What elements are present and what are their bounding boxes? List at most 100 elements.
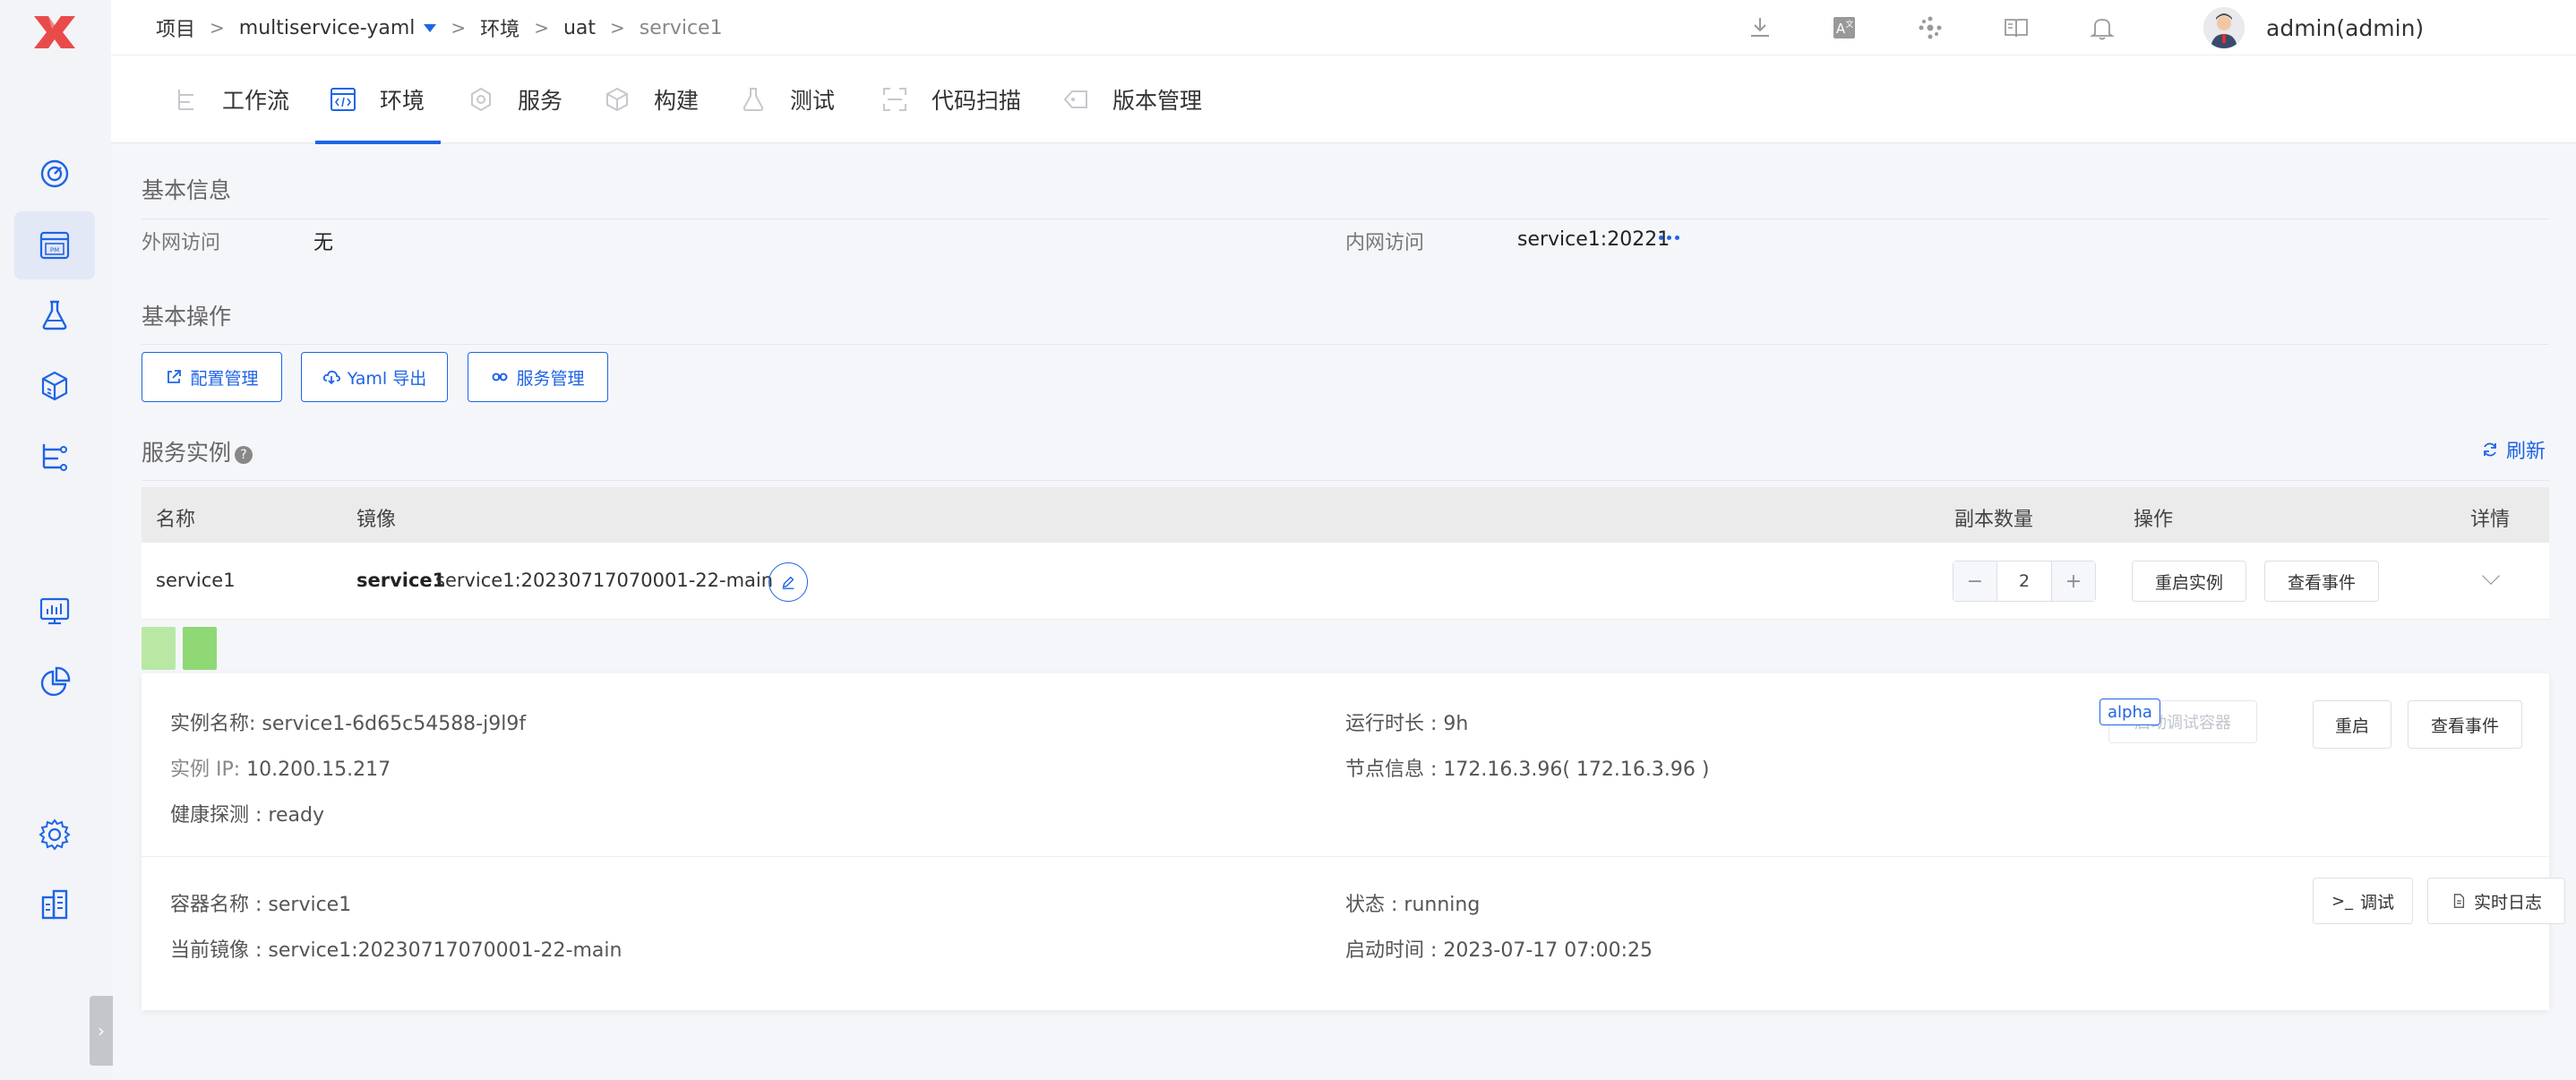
basic-ops-title: 基本操作 <box>142 304 232 330</box>
breadcrumb: 项目 > multiservice-yaml > 环境 > uat > serv… <box>156 0 723 56</box>
workflow-icon[interactable] <box>14 423 95 491</box>
settings-icon[interactable] <box>14 801 95 869</box>
realtime-logs-button[interactable]: 实时日志 <box>2427 878 2565 924</box>
breadcrumb-service: service1 <box>639 16 723 39</box>
breadcrumb-separator: > <box>534 17 549 39</box>
alpha-badge: alpha <box>2099 699 2160 725</box>
cloud-download-icon <box>322 370 340 385</box>
chevron-down-icon[interactable] <box>2482 567 2500 585</box>
breadcrumb-separator: > <box>210 17 225 39</box>
breadcrumb-env-name[interactable]: uat <box>563 17 596 39</box>
current-image: 当前镜像 : service1:20230717070001-22-main <box>170 939 623 962</box>
bell-icon[interactable] <box>2087 0 2117 56</box>
tab-environment[interactable]: 环境 <box>314 56 442 144</box>
breadcrumb-separator: > <box>610 17 625 39</box>
translate-icon[interactable]: A文 <box>1829 0 1859 56</box>
dashboard-icon[interactable] <box>14 140 95 208</box>
node-info: 节点信息 : 172.16.3.96( 172.16.3.96 ) <box>1345 759 1710 781</box>
button-label: 调试 <box>2360 892 2395 913</box>
divider <box>142 856 2549 857</box>
user-menu[interactable]: admin(admin) <box>2203 5 2424 50</box>
tab-label: 版本管理 <box>1112 88 1203 114</box>
table-header: 名称 镜像 副本数量 操作 详情 <box>142 487 2549 543</box>
pod-indicator-selected[interactable] <box>142 627 176 670</box>
flask-icon[interactable] <box>14 281 95 349</box>
breadcrumb-project-name[interactable]: multiservice-yaml <box>239 17 416 39</box>
refresh-icon <box>2484 442 2496 457</box>
more-horizontal-icon[interactable] <box>1659 236 1679 240</box>
breadcrumb-project[interactable]: 项目 <box>156 13 195 42</box>
book-icon[interactable] <box>2001 0 2031 56</box>
external-link-icon <box>167 370 182 383</box>
instance-ip: 实例 IP: 10.200.15.217 <box>170 753 391 782</box>
svg-text:文: 文 <box>1845 19 1853 30</box>
building-icon[interactable] <box>14 870 95 939</box>
external-access-label: 外网访问 <box>142 232 221 254</box>
scan-icon <box>880 84 910 115</box>
tab-build[interactable]: 构建 <box>602 56 699 143</box>
container-name: 容器名称 : service1 <box>170 894 352 916</box>
restart-pod-button[interactable]: 重启 <box>2313 700 2391 749</box>
pod-indicator[interactable] <box>183 627 217 670</box>
button-label: 服务管理 <box>516 368 585 389</box>
tab-label: 环境 <box>380 88 425 114</box>
breadcrumb-separator: > <box>451 17 467 39</box>
help-icon[interactable]: ? <box>235 446 253 464</box>
pod-events-button[interactable]: 查看事件 <box>2408 700 2522 749</box>
collapse-sidebar-button[interactable]: › <box>90 996 113 1066</box>
tab-service[interactable]: 服务 <box>466 56 562 143</box>
restart-instance-button[interactable]: 重启实例 <box>2132 561 2246 602</box>
tab-version[interactable]: 版本管理 <box>1060 56 1202 143</box>
refresh-button[interactable]: 刷新 <box>2481 435 2546 464</box>
health-check: 健康探测 : ready <box>170 804 324 827</box>
start-time: 启动时间 : 2023-07-17 07:00:25 <box>1345 939 1653 962</box>
service-name: service1 <box>156 570 236 591</box>
breadcrumb-env[interactable]: 环境 <box>480 13 519 42</box>
external-access-value: 无 <box>313 232 334 254</box>
link-icon <box>492 373 508 381</box>
project-icon[interactable]: PM <box>14 211 95 279</box>
instance-ip-label: 实例 IP: <box>170 759 241 781</box>
column-image: 镜像 <box>356 509 397 531</box>
tab-label: 代码扫描 <box>932 88 1022 114</box>
increment-button[interactable]: + <box>2052 561 2095 601</box>
button-label: 配置管理 <box>190 368 259 389</box>
tab-test[interactable]: 测试 <box>738 56 835 143</box>
pie-chart-icon[interactable] <box>14 648 95 716</box>
button-label: 实时日志 <box>2473 892 2542 913</box>
package-icon[interactable] <box>14 353 95 421</box>
avatar[interactable] <box>2203 7 2245 48</box>
zadig-logo-icon[interactable] <box>30 13 79 52</box>
monitor-icon[interactable] <box>14 577 95 645</box>
tab-label: 构建 <box>654 88 700 114</box>
tab-workflow[interactable]: 工作流 <box>170 56 289 143</box>
left-sidebar: PM › <box>0 0 113 1080</box>
table-row: service1 service1 service1:2023071707000… <box>142 543 2549 620</box>
decrement-button[interactable]: − <box>1953 561 1996 601</box>
column-name: 名称 <box>156 509 196 531</box>
tab-code-scan[interactable]: 代码扫描 <box>880 56 1021 143</box>
column-replicas: 副本数量 <box>1954 509 2034 531</box>
terminal-icon: >_ <box>2331 891 2354 911</box>
top-bar: 项目 > multiservice-yaml > 环境 > uat > serv… <box>111 0 2576 56</box>
yaml-export-button[interactable]: Yaml 导出 <box>301 352 448 402</box>
container-status: 状态 : running <box>1345 894 1481 916</box>
replica-stepper[interactable]: − 2 + <box>1953 561 2096 602</box>
edit-image-button[interactable] <box>769 562 808 602</box>
divider <box>142 480 2549 481</box>
tab-label: 测试 <box>790 88 836 114</box>
replica-count[interactable]: 2 <box>1996 561 2052 601</box>
service-management-button[interactable]: 服务管理 <box>468 352 608 402</box>
username[interactable]: admin(admin) <box>2266 15 2424 41</box>
dots-cluster-icon[interactable] <box>1915 0 1945 56</box>
debug-button[interactable]: >_ 调试 <box>2313 878 2413 924</box>
pencil-icon <box>782 576 794 589</box>
view-events-button[interactable]: 查看事件 <box>2264 561 2379 602</box>
config-management-button[interactable]: 配置管理 <box>142 352 282 402</box>
basic-info-title: 基本信息 <box>142 177 232 203</box>
divider <box>142 344 2549 345</box>
caret-down-icon[interactable] <box>424 23 437 32</box>
refresh-label: 刷新 <box>2506 441 2546 463</box>
download-icon[interactable] <box>1745 0 1775 56</box>
tab-label: 服务 <box>518 88 563 114</box>
